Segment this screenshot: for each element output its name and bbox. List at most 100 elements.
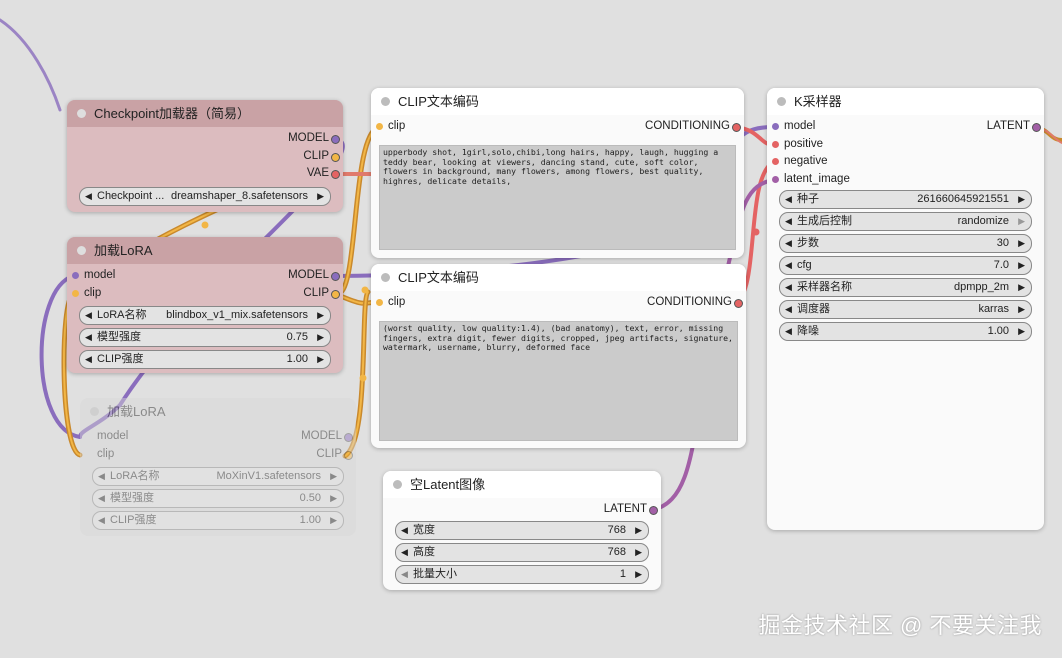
slot-row-positive[interactable]: positive [767, 136, 1044, 154]
arrow-left-icon[interactable]: ◀ [98, 490, 105, 507]
prompt-textarea[interactable]: upperbody shot, 1girl,solo,chibi,long ha… [379, 145, 736, 250]
output-port[interactable] [732, 123, 741, 132]
node-collapse-dot[interactable] [777, 97, 786, 106]
node-collapse-dot[interactable] [90, 407, 99, 416]
node-collapse-dot[interactable] [381, 273, 390, 282]
prompt-textarea[interactable]: (worst quality, low quality:1.4), (bad a… [379, 321, 738, 441]
output-port[interactable] [331, 170, 340, 179]
arrow-left-icon[interactable]: ◀ [85, 329, 92, 346]
model-strength-widget[interactable]: ◀ 模型强度 0.75 ▶ [79, 328, 331, 347]
input-port[interactable] [772, 175, 779, 183]
arrow-right-icon[interactable]: ▶ [1018, 301, 1025, 318]
output-port[interactable] [1032, 123, 1041, 132]
input-port[interactable] [72, 289, 79, 297]
arrow-left-icon[interactable]: ◀ [98, 512, 105, 529]
output-port[interactable] [331, 135, 340, 144]
height-widget[interactable]: ◀ 高度 768 ▶ [395, 542, 649, 562]
arrow-right-icon[interactable]: ▶ [330, 490, 337, 507]
arrow-right-icon[interactable]: ▶ [1018, 323, 1025, 340]
node-header[interactable]: 加载LoRA [80, 398, 356, 425]
output-slot-clip[interactable]: CLIP [67, 148, 343, 166]
arrow-right-icon[interactable]: ▶ [1018, 279, 1025, 296]
input-port[interactable] [376, 123, 383, 130]
clip-text-encode-positive-node[interactable]: CLIP文本编码 clip CONDITIONING upperbody sho… [371, 88, 744, 258]
output-slot-model[interactable]: MODEL [67, 130, 343, 148]
input-port[interactable] [376, 299, 383, 306]
slot-row-model[interactable]: model MODEL [67, 267, 343, 285]
node-header[interactable]: K采样器 [767, 88, 1044, 115]
lora-loader-node-bypassed[interactable]: 加载LoRA model MODEL clip CLIP ◀ LoRA名称 Mo… [80, 398, 356, 536]
arrow-left-icon[interactable]: ◀ [401, 566, 408, 583]
arrow-right-icon[interactable]: ▶ [330, 468, 337, 485]
empty-latent-image-node[interactable]: 空Latent图像 LATENT ◀ 宽度 768 ▶ ◀ 高度 768 ▶ ◀… [383, 471, 661, 590]
arrow-left-icon[interactable]: ◀ [785, 235, 792, 252]
node-collapse-dot[interactable] [77, 109, 86, 118]
ksampler-node[interactable]: K采样器 model LATENT positive negative late… [767, 88, 1044, 530]
arrow-left-icon[interactable]: ◀ [785, 301, 792, 318]
lora-loader-node[interactable]: 加载LoRA model MODEL clip CLIP ◀ LoRA名称 bl… [67, 237, 343, 373]
node-header[interactable]: CLIP文本编码 [371, 88, 744, 115]
arrow-left-icon[interactable]: ◀ [401, 544, 408, 561]
arrow-right-icon[interactable]: ▶ [330, 512, 337, 529]
output-slot-latent[interactable]: LATENT [383, 501, 661, 519]
slot-row-clip[interactable]: clip CLIP [67, 285, 343, 303]
arrow-right-icon[interactable]: ▶ [317, 188, 324, 205]
slot-row-clip[interactable]: clip CONDITIONING [371, 294, 746, 312]
model-strength-widget[interactable]: ◀ 模型强度 0.50 ▶ [92, 489, 344, 508]
width-widget[interactable]: ◀ 宽度 768 ▶ [395, 520, 649, 540]
lora-name-widget[interactable]: ◀ LoRA名称 blindbox_v1_mix.safetensors ▶ [79, 306, 331, 325]
clip-strength-widget[interactable]: ◀ CLIP强度 1.00 ▶ [79, 350, 331, 369]
arrow-right-icon[interactable]: ▶ [1018, 257, 1025, 274]
node-collapse-dot[interactable] [393, 480, 402, 489]
arrow-left-icon[interactable]: ◀ [85, 188, 92, 205]
arrow-left-icon[interactable]: ◀ [401, 522, 408, 539]
output-port[interactable] [734, 299, 743, 308]
output-port[interactable] [331, 272, 340, 281]
clip-text-encode-negative-node[interactable]: CLIP文本编码 clip CONDITIONING (worst qualit… [371, 264, 746, 448]
arrow-right-icon[interactable]: ▶ [635, 544, 642, 561]
slot-row-clip[interactable]: clip CLIP [80, 446, 356, 464]
node-collapse-dot[interactable] [77, 246, 86, 255]
arrow-left-icon[interactable]: ◀ [785, 323, 792, 340]
steps-widget[interactable]: ◀ 步数 30 ▶ [779, 234, 1032, 253]
output-port[interactable] [331, 152, 340, 162]
node-header[interactable]: Checkpoint加载器（简易） [67, 100, 343, 127]
slot-row-clip[interactable]: clip CONDITIONING [371, 118, 744, 136]
control-after-generate-widget[interactable]: ◀ 生成后控制 randomize ▶ [779, 212, 1032, 231]
output-port[interactable] [344, 450, 353, 460]
arrow-left-icon[interactable]: ◀ [785, 213, 792, 230]
arrow-right-icon[interactable]: ▶ [1018, 191, 1025, 208]
checkpoint-select-widget[interactable]: ◀ Checkpoint ... dreamshaper_8.safetenso… [79, 186, 331, 206]
output-port[interactable] [344, 433, 353, 442]
cfg-widget[interactable]: ◀ cfg 7.0 ▶ [779, 256, 1032, 275]
slot-row-negative[interactable]: negative [767, 153, 1044, 171]
output-port[interactable] [331, 289, 340, 299]
input-port[interactable] [72, 272, 79, 279]
batch-size-widget[interactable]: ◀ 批量大小 1 ▶ [395, 564, 649, 584]
arrow-right-icon[interactable]: ▶ [635, 522, 642, 539]
arrow-right-icon[interactable]: ▶ [317, 307, 324, 324]
denoise-widget[interactable]: ◀ 降噪 1.00 ▶ [779, 322, 1032, 341]
input-port[interactable] [772, 158, 779, 165]
arrow-right-icon[interactable]: ▶ [317, 351, 324, 368]
input-port[interactable] [772, 123, 779, 130]
input-port[interactable] [772, 140, 779, 148]
seed-widget[interactable]: ◀ 种子 261660645921551 ▶ [779, 190, 1032, 209]
node-collapse-dot[interactable] [381, 97, 390, 106]
arrow-left-icon[interactable]: ◀ [85, 307, 92, 324]
slot-row-model[interactable]: model LATENT [767, 118, 1044, 136]
node-header[interactable]: 空Latent图像 [383, 471, 661, 498]
arrow-right-icon[interactable]: ▶ [1018, 213, 1025, 230]
lora-name-widget[interactable]: ◀ LoRA名称 MoXinV1.safetensors ▶ [92, 467, 344, 486]
slot-row-latent-image[interactable]: latent_image [767, 171, 1044, 189]
checkpoint-loader-node[interactable]: Checkpoint加载器（简易） MODEL CLIP VAE ◀ Check… [67, 100, 343, 212]
arrow-left-icon[interactable]: ◀ [785, 191, 792, 208]
arrow-left-icon[interactable]: ◀ [98, 468, 105, 485]
slot-row-model[interactable]: model MODEL [80, 428, 356, 446]
node-header[interactable]: 加载LoRA [67, 237, 343, 264]
arrow-right-icon[interactable]: ▶ [1018, 235, 1025, 252]
arrow-right-icon[interactable]: ▶ [635, 566, 642, 583]
arrow-left-icon[interactable]: ◀ [85, 351, 92, 368]
arrow-left-icon[interactable]: ◀ [785, 279, 792, 296]
scheduler-widget[interactable]: ◀ 调度器 karras ▶ [779, 300, 1032, 319]
